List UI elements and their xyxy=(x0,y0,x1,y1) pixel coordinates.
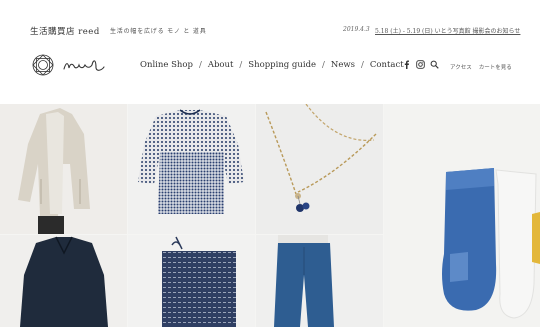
product-gallery xyxy=(0,104,540,327)
access-link[interactable]: アクセス xyxy=(450,65,472,71)
main-nav: Online Shop / About / Shopping guide / News / Co… xyxy=(140,60,404,70)
search-icon[interactable] xyxy=(430,60,439,71)
news-date: 2019.4.3 xyxy=(343,26,370,33)
nav-online-shop[interactable]: Online Shop xyxy=(140,60,193,70)
site-logo[interactable] xyxy=(30,52,130,78)
top-bar: 生活購買店 reed 生活の幅を広げる モノ と 道具 2019.4.3 5.1… xyxy=(0,0,540,44)
nav-about[interactable]: About xyxy=(208,60,234,70)
indigo-bag-photo[interactable] xyxy=(128,235,255,327)
nav-separator: / xyxy=(198,60,202,70)
socks-photo[interactable] xyxy=(384,104,540,327)
news-link[interactable]: 5.18 (土) - 5.19 (日) いとう写真館 撮影会のお知らせ xyxy=(375,26,520,35)
utility-links: アクセス カートを見る xyxy=(450,63,519,71)
nav-contact[interactable]: Contact xyxy=(370,60,404,70)
tagline: 生活の幅を広げる モノ と 道具 xyxy=(110,28,207,35)
nav-shopping-guide[interactable]: Shopping guide xyxy=(248,60,316,70)
nav-separator: / xyxy=(322,60,325,70)
instagram-icon[interactable] xyxy=(416,60,425,71)
nav-separator: / xyxy=(361,60,364,70)
dotted-blouse-photo[interactable] xyxy=(128,104,255,234)
logo-mark-icon xyxy=(32,54,105,76)
shop-name: 生活購買店 reed xyxy=(30,27,100,37)
nav-separator: / xyxy=(239,60,243,70)
linen-coat-photo[interactable] xyxy=(0,104,127,234)
beaded-necklace-photo[interactable] xyxy=(256,104,383,234)
denim-pants-photo[interactable] xyxy=(256,235,383,327)
nav-news[interactable]: News xyxy=(331,60,355,70)
facebook-icon[interactable] xyxy=(403,60,410,71)
navy-shirt-photo[interactable] xyxy=(0,235,127,327)
cart-link[interactable]: カートを見る xyxy=(479,65,512,71)
